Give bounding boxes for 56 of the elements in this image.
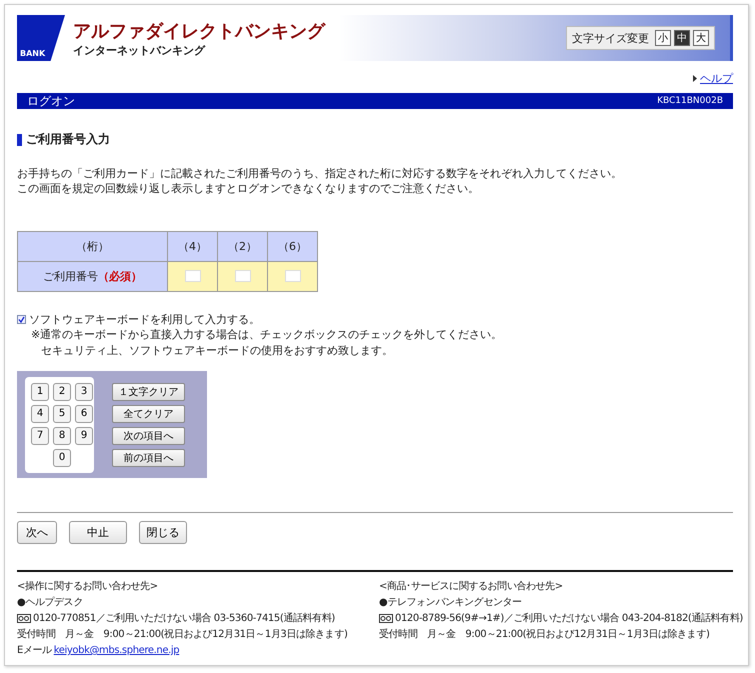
section-heading: ご利用番号入力 (26, 131, 110, 148)
keypad-key[interactable]: 8 (53, 426, 71, 444)
font-size-button[interactable]: 中 (674, 30, 690, 46)
contact-heading: <商品･サービスに関するお問い合わせ先> (379, 580, 564, 593)
checkbox[interactable] (17, 315, 26, 324)
email-label: Eメール (17, 644, 52, 657)
keypad-key[interactable]: 0 (53, 448, 71, 466)
site-title: アルファダイレクトバンキング (73, 20, 327, 42)
heading-marker-icon (17, 134, 22, 146)
font-size-button[interactable]: 大 (693, 30, 709, 46)
contact-heading: <操作に関するお問い合わせ先> (17, 580, 159, 593)
note-text: セキュリティ上、ソフトウェアキーボードの使用をおすすめ致します。 (40, 343, 394, 359)
form-button[interactable]: 次へ (17, 521, 57, 544)
keypad-action-button[interactable]: 全てクリア (112, 404, 185, 422)
free-dial-icon (379, 614, 393, 623)
keypad-key[interactable]: 2 (53, 382, 71, 400)
logo-text: BANK (20, 49, 46, 58)
digit-position-header: （2） (218, 232, 268, 262)
instruction-text: お手持ちの「ご利用カード」に記載されたご利用番号のうち、指定された桁に対応する数字をそれぞれ入力してください。 (17, 166, 623, 181)
checkbox-label: ソフトウェアキーボードを利用して入力する。 (29, 312, 260, 327)
page-title: ログオン (27, 92, 75, 110)
arrow-icon (693, 74, 697, 82)
keypad-key[interactable]: 6 (75, 404, 93, 422)
keypad-key[interactable]: 1 (31, 382, 49, 400)
row-header: ご利用番号（必須） (18, 262, 168, 292)
digit-position-header: （6） (268, 232, 318, 262)
help-link[interactable]: ヘルプ (700, 70, 733, 86)
digit-input[interactable] (234, 270, 250, 282)
screen-code: KBC11BN002B (657, 96, 723, 106)
contact-name: ●テレフォンバンキングセンター (379, 596, 523, 609)
form-button[interactable]: 中止 (69, 521, 127, 544)
form-button[interactable]: 閉じる (139, 521, 187, 544)
keypad-action-button[interactable]: 次の項目へ (112, 426, 185, 444)
digit-position-header: （4） (168, 232, 218, 262)
phone-text: 0120-770851／ご利用いただけない場合 03-5360-7415(通話料有料) (33, 612, 335, 625)
font-size-label: 文字サイズ変更 (572, 30, 649, 46)
note-text: ※通常のキーボードから直接入力する場合は、チェックボックスのチェックを外してください。 (30, 327, 504, 343)
keypad-key[interactable]: 5 (53, 404, 71, 422)
instruction-text: この画面を規定の回数繰り返し表示しますとログオンできなくなりますのでご注意ください。 (17, 181, 480, 196)
site-subtitle: インターネットバンキング (73, 42, 206, 58)
font-size-button[interactable]: 小 (655, 30, 671, 46)
keypad-key[interactable]: 9 (75, 426, 93, 444)
digit-input[interactable] (184, 270, 200, 282)
contact-name: ●ヘルプデスク (17, 596, 84, 609)
table-header: （桁） (18, 232, 168, 262)
keypad-action-button[interactable]: １文字クリア (112, 382, 185, 400)
hours-text: 受付時間 月～金 9:00～21:00(祝日および12月31日～1月3日は除きます) (379, 628, 710, 641)
keypad-key[interactable]: 4 (31, 404, 49, 422)
keypad-key[interactable]: 7 (31, 426, 49, 444)
hours-text: 受付時間 月～金 9:00～21:00(祝日および12月31日～1月3日は除きます) (17, 628, 348, 641)
keypad-action-button[interactable]: 前の項目へ (112, 448, 185, 466)
email-link[interactable]: keiyobk@mbs.sphere.ne.jp (54, 644, 180, 657)
digit-input[interactable] (284, 270, 300, 282)
free-dial-icon (17, 614, 31, 623)
keypad-key[interactable]: 3 (75, 382, 93, 400)
phone-text: 0120-8789-56(9#→1#)／ご利用いただけない場合 043-204-8182(通話料有料) (395, 612, 743, 625)
